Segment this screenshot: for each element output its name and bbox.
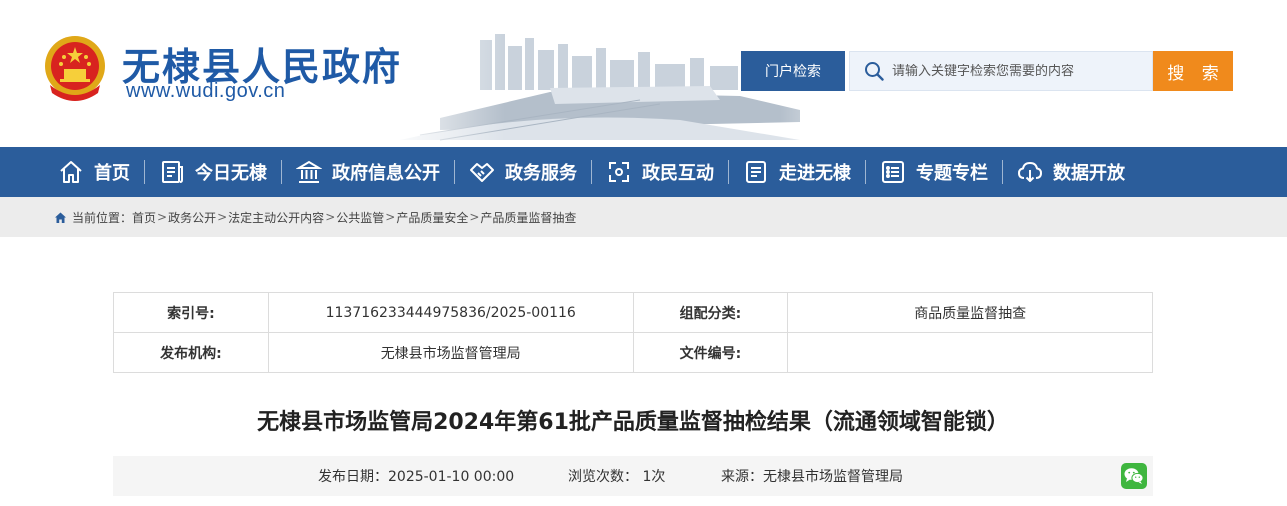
publish-date: 发布日期：2025-01-10 00:00 <box>318 469 515 485</box>
list-icon <box>882 161 904 183</box>
nav-item-label: 走进无棣 <box>779 163 851 184</box>
article-source: 来源：无棣县市场监督管理局 <box>721 469 903 485</box>
index-label: 索引号: <box>113 292 269 333</box>
site-header: 无棣县人民政府 www.wudi.gov.cn 门户检索 搜 索 <box>0 0 1287 147</box>
nav-item-label: 首页 <box>94 163 130 184</box>
government-building-icon <box>296 160 322 183</box>
nav-item-interaction[interactable]: 政民互动 <box>592 147 728 197</box>
breadcrumb-link[interactable]: 公共监管 <box>336 209 384 226</box>
nav-item-label: 政民互动 <box>642 163 714 184</box>
nav-item-label: 数据开放 <box>1053 163 1125 184</box>
category-value: 商品质量监督抽查 <box>787 292 1153 333</box>
article-title: 无棣县市场监管局2024年第61批产品质量监督抽检结果（流通领域智能锁） <box>257 410 1009 435</box>
main-nav: 首页 今日无棣 政府信息公开 政务服务 政民互动 走进无棣 专题专栏 数据开放 <box>0 147 1287 197</box>
interaction-icon <box>609 162 629 182</box>
table-row: 发布机构: 无棣县市场监督管理局 文件编号: <box>113 332 1153 373</box>
search-icon <box>865 62 884 81</box>
home-icon <box>60 161 82 183</box>
breadcrumb-separator: > <box>325 210 336 224</box>
nav-item-topics[interactable]: 专题专栏 <box>866 147 1002 197</box>
news-icon <box>162 161 183 183</box>
search-input[interactable] <box>892 63 1132 79</box>
nav-item-label: 专题专栏 <box>916 163 988 184</box>
nav-item-label: 今日无棣 <box>195 163 267 184</box>
nav-item-home[interactable]: 首页 <box>44 147 144 197</box>
nav-item-gov-info[interactable]: 政府信息公开 <box>282 147 454 197</box>
category-label: 组配分类: <box>632 292 789 333</box>
search-area: 门户检索 搜 索 <box>741 51 1233 91</box>
article-meta-bar: 发布日期：2025-01-10 00:00 浏览次数： 1次 来源：无棣县市场监… <box>113 456 1153 496</box>
breadcrumb-link[interactable]: 产品质量监督抽查 <box>480 209 576 226</box>
nav-item-about[interactable]: 走进无棣 <box>729 147 865 197</box>
site-url[interactable]: www.wudi.gov.cn <box>126 80 285 103</box>
index-value: 11371623344497583​6/2025-00116 <box>267 292 634 333</box>
breadcrumb-separator: > <box>217 210 228 224</box>
nav-item-today[interactable]: 今日无棣 <box>145 147 281 197</box>
view-count: 浏览次数： 1次 <box>568 469 666 485</box>
breadcrumb-link[interactable]: 政务公开 <box>168 209 216 226</box>
breadcrumb-separator: > <box>385 210 396 224</box>
publisher-value: 无棣县市场监督管理局 <box>267 332 634 373</box>
doc-number-label: 文件编号: <box>632 332 789 373</box>
nav-item-label: 政府信息公开 <box>332 163 440 184</box>
handshake-icon <box>470 163 494 182</box>
document-info-table: 索引号: 11371623344497583​6/2025-00116 组配分类… <box>113 292 1153 373</box>
breadcrumb-link[interactable]: 产品质量安全 <box>396 209 468 226</box>
search-box <box>849 51 1153 91</box>
doc-number-value <box>787 332 1153 373</box>
breadcrumb-separator: > <box>469 210 480 224</box>
table-row: 索引号: 11371623344497583​6/2025-00116 组配分类… <box>113 292 1153 333</box>
national-emblem-icon <box>45 36 105 101</box>
breadcrumb-separator: > <box>157 210 168 224</box>
nav-item-label: 政务服务 <box>505 163 577 184</box>
breadcrumb-link[interactable]: 法定主动公开内容 <box>228 209 324 226</box>
search-button[interactable]: 搜 索 <box>1153 51 1233 91</box>
nav-item-open-data[interactable]: 数据开放 <box>1003 147 1139 197</box>
portal-search-button[interactable]: 门户检索 <box>741 51 845 91</box>
cloud-download-icon <box>1018 162 1042 182</box>
info-card-icon <box>746 161 766 183</box>
breadcrumb-link[interactable]: 首页 <box>132 209 156 226</box>
nav-item-services[interactable]: 政务服务 <box>455 147 591 197</box>
home-icon <box>55 212 66 223</box>
breadcrumb-prefix: 当前位置： <box>72 210 133 225</box>
publisher-label: 发布机构: <box>113 332 269 373</box>
wechat-share-icon[interactable] <box>1121 463 1147 489</box>
breadcrumb: 当前位置： 首页 > 政务公开 > 法定主动公开内容 > 公共监管 > 产品质量… <box>0 197 1287 237</box>
